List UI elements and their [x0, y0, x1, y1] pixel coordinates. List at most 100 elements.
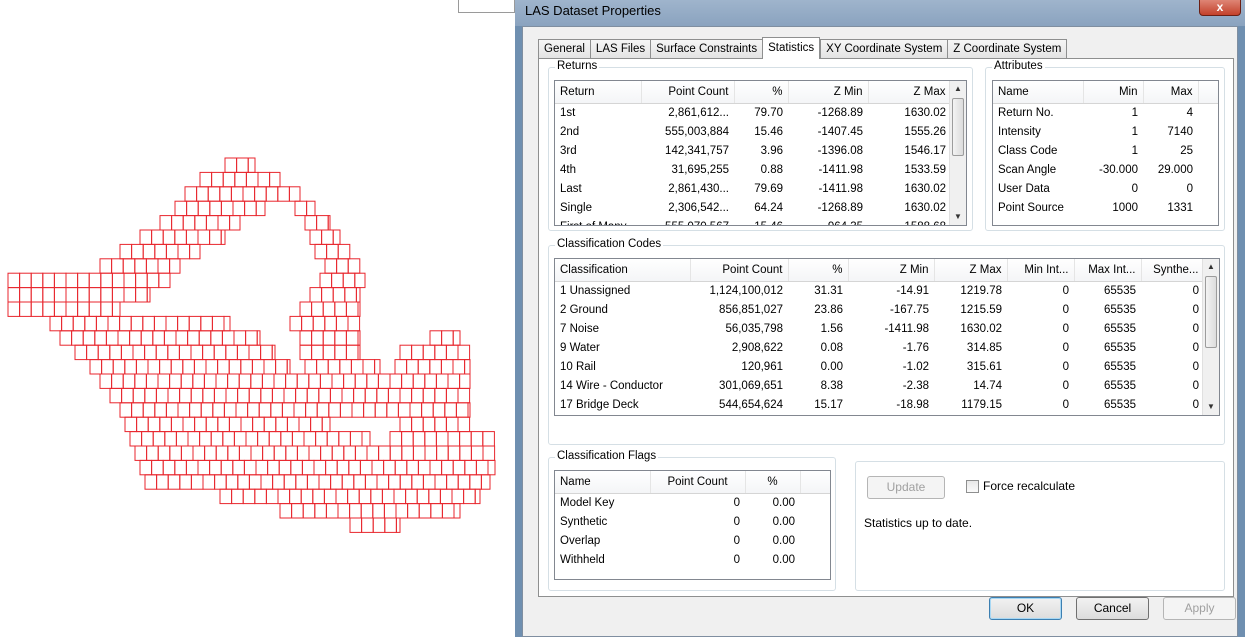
tile [188, 315, 202, 332]
codes-header-classification[interactable]: Classification [555, 259, 691, 282]
returns-list[interactable]: Return Point Count % Z Min Z Max 1st 2,86… [554, 80, 967, 226]
update-button[interactable]: Update [867, 476, 945, 499]
tab-z-coordinate-system[interactable]: Z Coordinate System [947, 39, 1068, 59]
tile [242, 488, 256, 505]
scroll-thumb[interactable] [952, 98, 964, 156]
returns-header-return[interactable]: Return [555, 81, 642, 104]
attributes-header-min[interactable]: Min [1083, 81, 1144, 104]
table-row[interactable]: 2nd 555,003,884 15.46 -1407.45 1555.26 [555, 122, 951, 141]
table-row[interactable]: 3rd 142,341,757 3.96 -1396.08 1546.17 [555, 141, 951, 160]
tile [233, 431, 247, 447]
table-row[interactable]: Return No. 1 4 [993, 103, 1218, 122]
tile [170, 416, 184, 433]
table-cell: 65535 [1104, 284, 1136, 297]
table-row[interactable]: 4th 31,695,255 0.88 -1411.98 1533.59 [555, 160, 951, 179]
table-row[interactable]: Single 2,306,542... 64.24 -1268.89 1630.02 [555, 198, 951, 217]
codes-header-z-max[interactable]: Z Max [934, 259, 1008, 282]
table-cell: 1630.02 [904, 106, 946, 119]
tile [422, 344, 436, 361]
codes-scrollbar[interactable]: ▲ ▼ [1202, 259, 1219, 415]
table-cell [800, 550, 830, 569]
classification-flags-list[interactable]: Name Point Count % Model Key 0 0.00 Synthe… [554, 470, 831, 580]
table-row[interactable]: 14 Wire - Conductor 301,069,651 8.38 -2.38 1… [555, 376, 1204, 395]
attributes-header-name[interactable]: Name [993, 81, 1084, 104]
table-row[interactable]: 9 Water 2,908,622 0.08 -1.76 314.85 0 65535 0 [555, 338, 1204, 357]
dialog-titlebar[interactable]: LAS Dataset Properties x [515, 0, 1245, 26]
table-row[interactable]: Synthetic 0 0.00 [555, 512, 830, 531]
apply-button[interactable]: Apply [1163, 597, 1236, 620]
tile [345, 330, 359, 346]
cancel-button[interactable]: Cancel [1076, 597, 1149, 620]
table-row[interactable]: Withheld 0 0.00 [555, 550, 830, 569]
codes-header-percent[interactable]: % [788, 259, 849, 282]
tile [119, 243, 133, 260]
tile [244, 200, 257, 217]
map-view[interactable] [0, 0, 515, 637]
tile [339, 402, 353, 418]
codes-header-max-intensity[interactable]: Max Int... [1074, 259, 1142, 282]
codes-header-point-count[interactable]: Point Count [690, 259, 789, 282]
table-row[interactable]: 17 Bridge Deck 544,654,624 15.17 -18.98 1179… [555, 395, 1204, 414]
flags-header-point-count[interactable]: Point Count [650, 471, 746, 494]
table-row[interactable]: Overlap 0 0.00 [555, 531, 830, 550]
returns-scrollbar[interactable]: ▲ ▼ [949, 81, 966, 225]
table-row[interactable]: Scan Angle -30.000 29.000 [993, 160, 1218, 179]
tile [349, 503, 362, 519]
force-recalculate-checkbox[interactable] [966, 480, 979, 493]
tab-statistics[interactable]: Statistics [762, 37, 821, 59]
table-cell: 0 [1062, 360, 1069, 373]
table-row[interactable]: 2 Ground 856,851,027 23.86 -167.75 1215.59 0 6… [555, 300, 1204, 319]
table-row[interactable]: 10 Rail 120,961 0.00 -1.02 315.61 0 65535 0 [555, 357, 1204, 376]
table-row[interactable]: Last 2,861,430... 79.69 -1411.98 1630.02 [555, 179, 951, 198]
tile [129, 330, 142, 346]
close-icon[interactable]: x [1199, 0, 1241, 16]
codes-header-z-min[interactable]: Z Min [848, 259, 935, 282]
table-cell: -1411.98 [818, 163, 863, 176]
attributes-list[interactable]: Name Min Max Return No. 1 4 Intensity 1 7140… [992, 80, 1219, 226]
tab-xy-coordinate-system[interactable]: XY Coordinate System [820, 39, 948, 59]
returns-header-point-count[interactable]: Point Count [641, 81, 735, 104]
tile [334, 301, 347, 317]
table-row[interactable]: Intensity 1 7140 [993, 122, 1218, 141]
classification-codes-list[interactable]: Classification Point Count % Z Min Z Max… [554, 258, 1220, 416]
table-row[interactable]: 1st 2,861,612... 79.70 -1268.89 1630.02 [555, 103, 951, 122]
tab-general[interactable]: General [538, 39, 590, 59]
table-row[interactable]: User Data 0 0 [993, 179, 1218, 198]
tile [88, 301, 102, 317]
ok-button[interactable]: OK [989, 597, 1062, 620]
tile [417, 459, 431, 476]
scroll-down-icon[interactable]: ▼ [1203, 399, 1219, 415]
attributes-header-max[interactable]: Max [1143, 81, 1199, 104]
table-row[interactable]: Point Source 1000 1331 [993, 198, 1218, 217]
table-cell: 8.38 [820, 379, 843, 392]
tile [119, 402, 133, 418]
table-cell: 14.74 [973, 379, 1002, 392]
codes-header-min-intensity[interactable]: Min Int... [1007, 259, 1075, 282]
tile [212, 402, 225, 418]
tile [65, 272, 79, 289]
table-row[interactable]: First of Many555,070,56715.46-964.351588… [555, 217, 951, 226]
tile [335, 315, 349, 332]
tile [174, 200, 188, 217]
tile [394, 359, 408, 375]
scroll-up-icon[interactable]: ▲ [950, 81, 966, 97]
table-cell: 65535 [1104, 322, 1136, 335]
tile [111, 258, 124, 274]
tab-surface-constraints[interactable]: Surface Constraints [650, 39, 763, 59]
tab-las-files[interactable]: LAS Files [589, 39, 651, 59]
tile [61, 315, 74, 332]
codes-header-synthetic[interactable]: Synthe... [1141, 259, 1205, 282]
returns-header-z-min[interactable]: Z Min [788, 81, 869, 104]
returns-header-z-max[interactable]: Z Max [868, 81, 952, 104]
table-row[interactable]: 7 Noise 56,035,798 1.56 -1411.98 1630.02 0 655… [555, 319, 1204, 338]
table-row[interactable]: Model Key 0 0.00 [555, 493, 830, 512]
table-row[interactable]: 1 Unassigned 1,124,100,012 31.31 -14.91 1219… [555, 281, 1204, 300]
table-row[interactable]: Class Code 1 25 [993, 141, 1218, 160]
scroll-thumb[interactable] [1205, 276, 1217, 348]
flags-header-name[interactable]: Name [555, 471, 651, 494]
scroll-up-icon[interactable]: ▲ [1203, 259, 1219, 275]
flags-header-percent[interactable]: % [745, 471, 801, 494]
returns-header-percent[interactable]: % [734, 81, 789, 104]
tile [146, 272, 160, 289]
scroll-down-icon[interactable]: ▼ [950, 209, 966, 225]
